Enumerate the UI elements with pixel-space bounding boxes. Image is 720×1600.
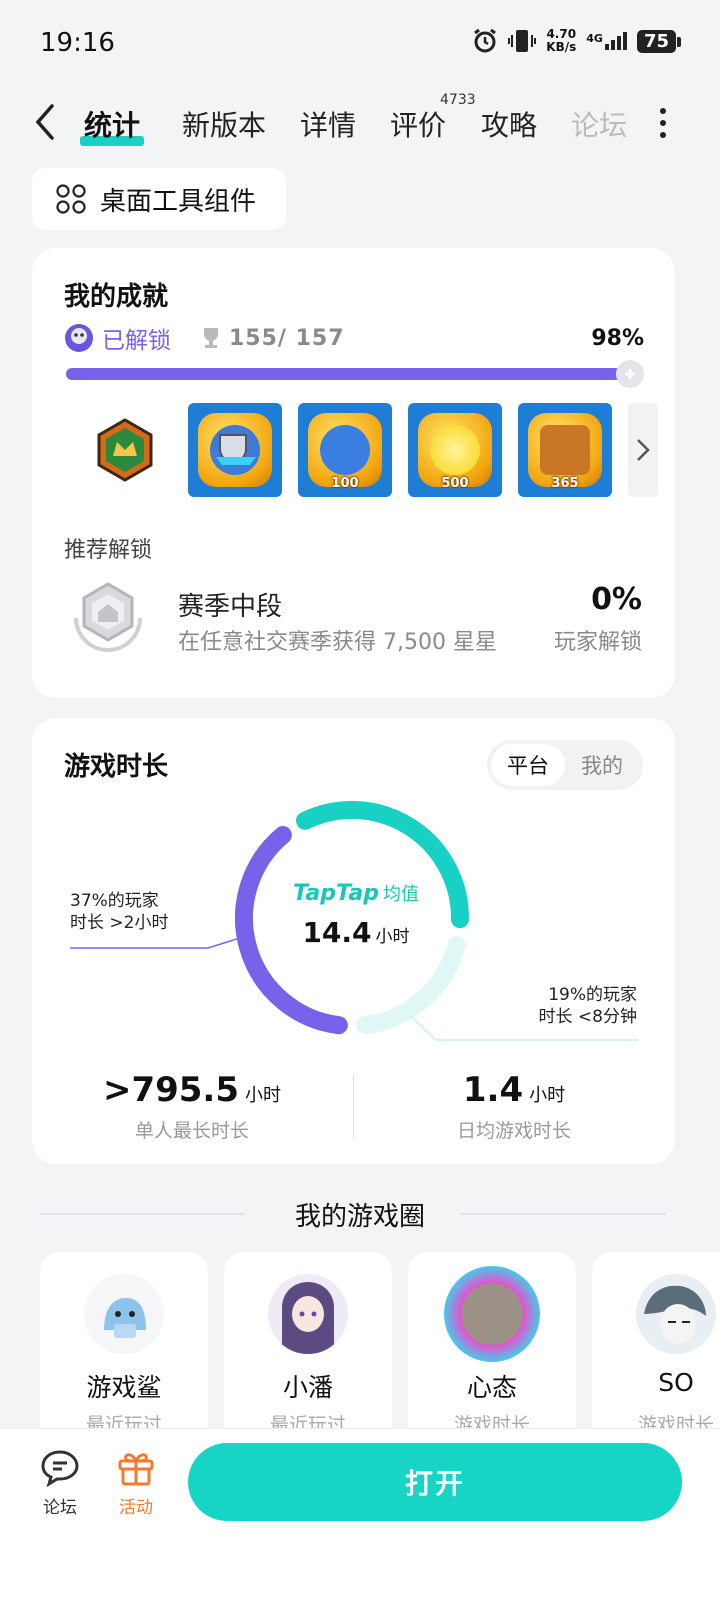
badges-next-button[interactable]: [628, 403, 658, 497]
recommend-sub: 玩家解锁: [553, 630, 642, 655]
more-menu-icon[interactable]: [658, 108, 668, 138]
unlocked-label: 已解锁: [102, 328, 171, 354]
clock: 19:16: [40, 28, 115, 58]
unlock-progress-fill: [66, 368, 629, 380]
unlock-percent: 98%: [591, 325, 644, 351]
unlock-summary: 已解锁 155/ 157 98%: [64, 320, 644, 356]
badge-cards-100[interactable]: 100: [298, 403, 392, 497]
unlocked-avatar-icon: [65, 324, 93, 352]
progress-end-icon: [616, 360, 644, 388]
unlock-progress-bar: [66, 360, 644, 388]
back-arrow-icon[interactable]: [30, 102, 60, 142]
avatar: [268, 1274, 348, 1354]
achievements-card: 我的成就 已解锁 155/ 157 98% 100 500 365 推荐解锁 赛…: [32, 248, 675, 698]
avatar: [84, 1274, 164, 1354]
friend-card[interactable]: 心态 游戏时长: [408, 1252, 576, 1432]
desktop-widget-label: 桌面工具组件: [100, 186, 257, 217]
friend-card[interactable]: 游戏鲨 最近玩过: [40, 1252, 208, 1432]
forum-button[interactable]: 论坛: [30, 1449, 90, 1518]
net-speed: 4.70 KB/s: [546, 27, 577, 54]
top-nav: 统计 新版本 详情 评价 4733 攻略 论坛: [0, 88, 720, 158]
tab-forum[interactable]: 论坛: [571, 104, 627, 144]
status-bar: 19:16 4.70 KB/s 4G 75: [0, 0, 720, 86]
tab-stats[interactable]: 统计: [80, 104, 145, 146]
friend-card[interactable]: SO 游戏时长: [592, 1252, 720, 1432]
status-icons: 4.70 KB/s 4G 75: [472, 27, 682, 54]
open-game-button[interactable]: 打开: [188, 1443, 682, 1521]
recommend-label: 推荐解锁: [64, 538, 153, 563]
desktop-widget-button[interactable]: 桌面工具组件: [32, 168, 286, 230]
recommend-percent: 0%: [591, 582, 642, 617]
friend-card[interactable]: 小潘 最近玩过: [224, 1252, 392, 1432]
avatar: [636, 1274, 716, 1354]
playtime-toggle: 平台 我的: [487, 740, 643, 790]
tab-new-version[interactable]: 新版本: [182, 104, 266, 144]
recommended-achievement[interactable]: 赛季中段 在任意社交赛季获得 7,500 星星 0% 玩家解锁: [70, 578, 642, 658]
badge-star-500[interactable]: 500: [408, 403, 502, 497]
longest-playtime-stat: >795.5 小时 单人最长时长: [102, 1070, 282, 1142]
taptap-average-label: TapTap 均值: [293, 881, 419, 906]
game-circle-title: 我的游戏圈: [0, 1196, 720, 1233]
chevron-right-icon: [637, 439, 650, 461]
short-play-note: 19%的玩家 时长 <8分钟: [538, 985, 637, 1027]
bottom-action-bar: 论坛 活动 打开: [0, 1428, 720, 1600]
alarm-icon: [474, 28, 497, 53]
badge-cup[interactable]: [188, 403, 282, 497]
trophy-icon: [204, 328, 218, 348]
tab-details[interactable]: 详情: [300, 104, 356, 144]
toggle-mine[interactable]: 我的: [565, 744, 639, 786]
average-playtime: 14.4 小时: [302, 916, 410, 949]
tab-guides[interactable]: 攻略: [481, 104, 537, 144]
badge-row: 100 500 365: [78, 403, 658, 497]
activity-button[interactable]: 活动: [106, 1449, 166, 1518]
achievements-title: 我的成就: [64, 282, 169, 312]
locked-badge-icon: [74, 582, 142, 652]
playtime-title: 游戏时长: [64, 752, 169, 782]
vibrate-icon: [508, 30, 537, 52]
daily-playtime-stat: 1.4 小时 日均游戏时长: [456, 1070, 571, 1142]
long-play-note: 37%的玩家 时长 >2小时: [70, 891, 169, 933]
battery-indicator: 75: [636, 29, 682, 53]
playtime-card: 游戏时长 平台 我的 TapTap 均值 14.4 小时 37%的玩家 时长 >2小时…: [32, 718, 675, 1164]
recommend-name: 赛季中段: [178, 592, 283, 622]
crown-badge-icon[interactable]: [78, 403, 172, 497]
gift-icon: [118, 1453, 154, 1486]
toggle-platform[interactable]: 平台: [491, 744, 565, 786]
signal-icon: 4G: [586, 32, 627, 50]
recommend-desc: 在任意社交赛季获得 7,500 星星: [178, 630, 497, 655]
badge-chest-365[interactable]: 365: [518, 403, 612, 497]
trophy-count: 155/ 157: [201, 326, 345, 351]
widgets-icon: [56, 184, 86, 214]
tab-reviews[interactable]: 评价 4733: [390, 92, 476, 144]
game-circle-list: 游戏鲨 最近玩过 小潘 最近玩过 心态 游戏时长 SO 游戏时长: [40, 1252, 720, 1432]
forum-chat-icon: [41, 1450, 79, 1488]
review-count-badge: 4733: [440, 92, 476, 108]
avatar: [444, 1266, 540, 1362]
